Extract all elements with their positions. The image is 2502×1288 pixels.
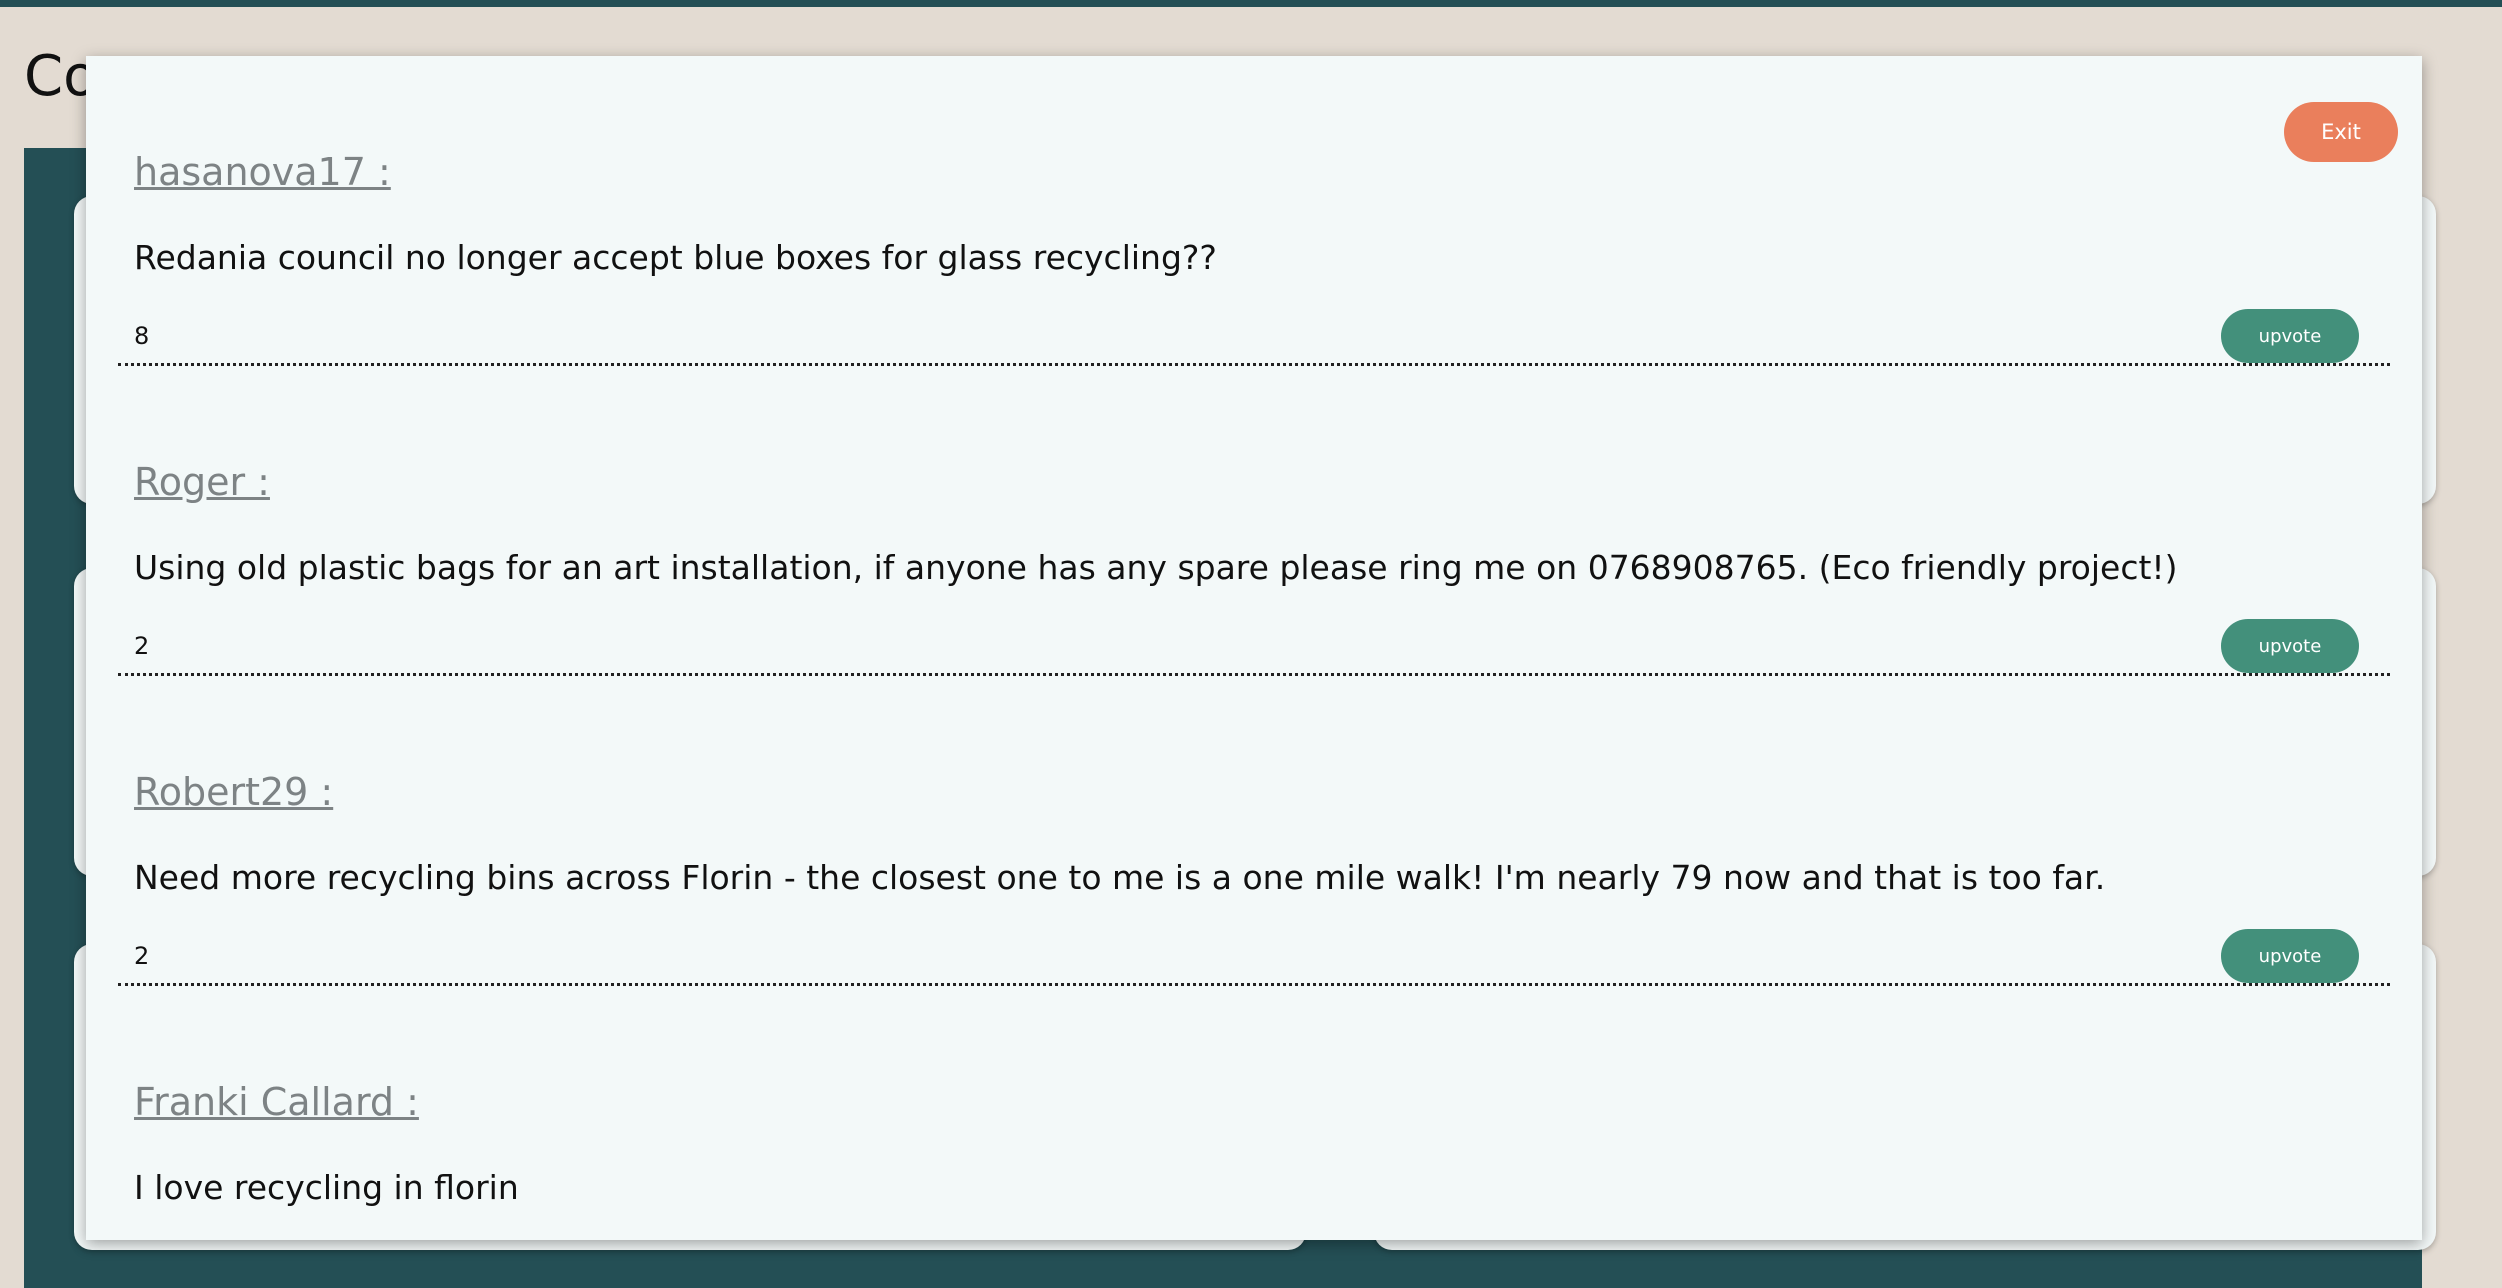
post-item: Robert29 : Need more recycling bins acro… — [118, 676, 2390, 986]
vote-count: 8 — [134, 322, 150, 350]
upvote-button[interactable]: upvote — [2221, 929, 2359, 983]
post-item: Roger : Using old plastic bags for an ar… — [118, 366, 2390, 676]
post-item: hasanova17 : Redania council no longer a… — [118, 56, 2390, 366]
post-text: Redania council no longer accept blue bo… — [134, 238, 1217, 277]
post-author-link[interactable]: Roger : — [134, 460, 270, 504]
comments-modal: Exit hasanova17 : Redania council no lon… — [86, 56, 2422, 1240]
upvote-button[interactable]: upvote — [2221, 309, 2359, 363]
upvote-button[interactable]: upvote — [2221, 619, 2359, 673]
vote-count: 2 — [134, 942, 150, 970]
post-author-link[interactable]: Robert29 : — [134, 770, 333, 814]
post-text: Using old plastic bags for an art instal… — [134, 548, 2178, 587]
vote-count: 2 — [134, 632, 150, 660]
post-author-link[interactable]: hasanova17 : — [134, 150, 391, 194]
post-item: Franki Callard : I love recycling in flo… — [118, 986, 2390, 1240]
post-author-link[interactable]: Franki Callard : — [134, 1080, 419, 1124]
post-text: I love recycling in florin — [134, 1168, 519, 1207]
header-bar — [0, 0, 2502, 7]
post-text: Need more recycling bins across Florin -… — [134, 858, 2106, 897]
